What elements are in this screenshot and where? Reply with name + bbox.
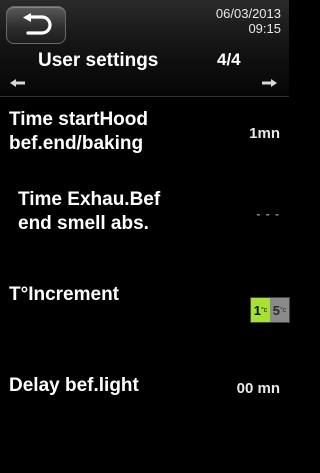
back-button[interactable] (6, 6, 66, 44)
setting-label: T°Increment (9, 284, 120, 305)
setting-label-line2: end smell abs. (18, 213, 149, 234)
page-indicator: 4/4 (217, 50, 241, 69)
setting-value[interactable]: 1mn (249, 125, 280, 142)
datetime-display: 06/03/2013 09:15 (181, 6, 281, 36)
right-arrow-icon[interactable] (261, 78, 277, 88)
setting-value[interactable]: - - - (256, 207, 280, 221)
back-arrow-icon (23, 13, 52, 35)
header-bar: 06/03/2013 09:15 User settings 4/4 (0, 0, 289, 97)
increment-option-5[interactable]: 5 °c (270, 298, 289, 322)
page-title: User settings (38, 50, 159, 71)
setting-label-line1: Time Exhau.Bef (18, 189, 161, 210)
setting-label: Time startHood bef.end/baking (9, 108, 148, 156)
setting-label-line2: bef.end/baking (9, 133, 144, 154)
increment-option-1[interactable]: 1 °c (251, 298, 270, 322)
setting-label-line1: Time startHood (9, 109, 149, 130)
left-arrow-icon[interactable] (10, 78, 26, 88)
setting-label: Time Exhau.Bef end smell abs. (18, 188, 160, 236)
time-text: 09:15 (248, 21, 281, 36)
setting-label: Delay bef.light (9, 375, 139, 396)
increment-toggle[interactable]: 1 °c 5 °c (250, 297, 290, 323)
setting-value[interactable]: 00 mn (237, 380, 280, 397)
date-text: 06/03/2013 (215, 6, 281, 21)
